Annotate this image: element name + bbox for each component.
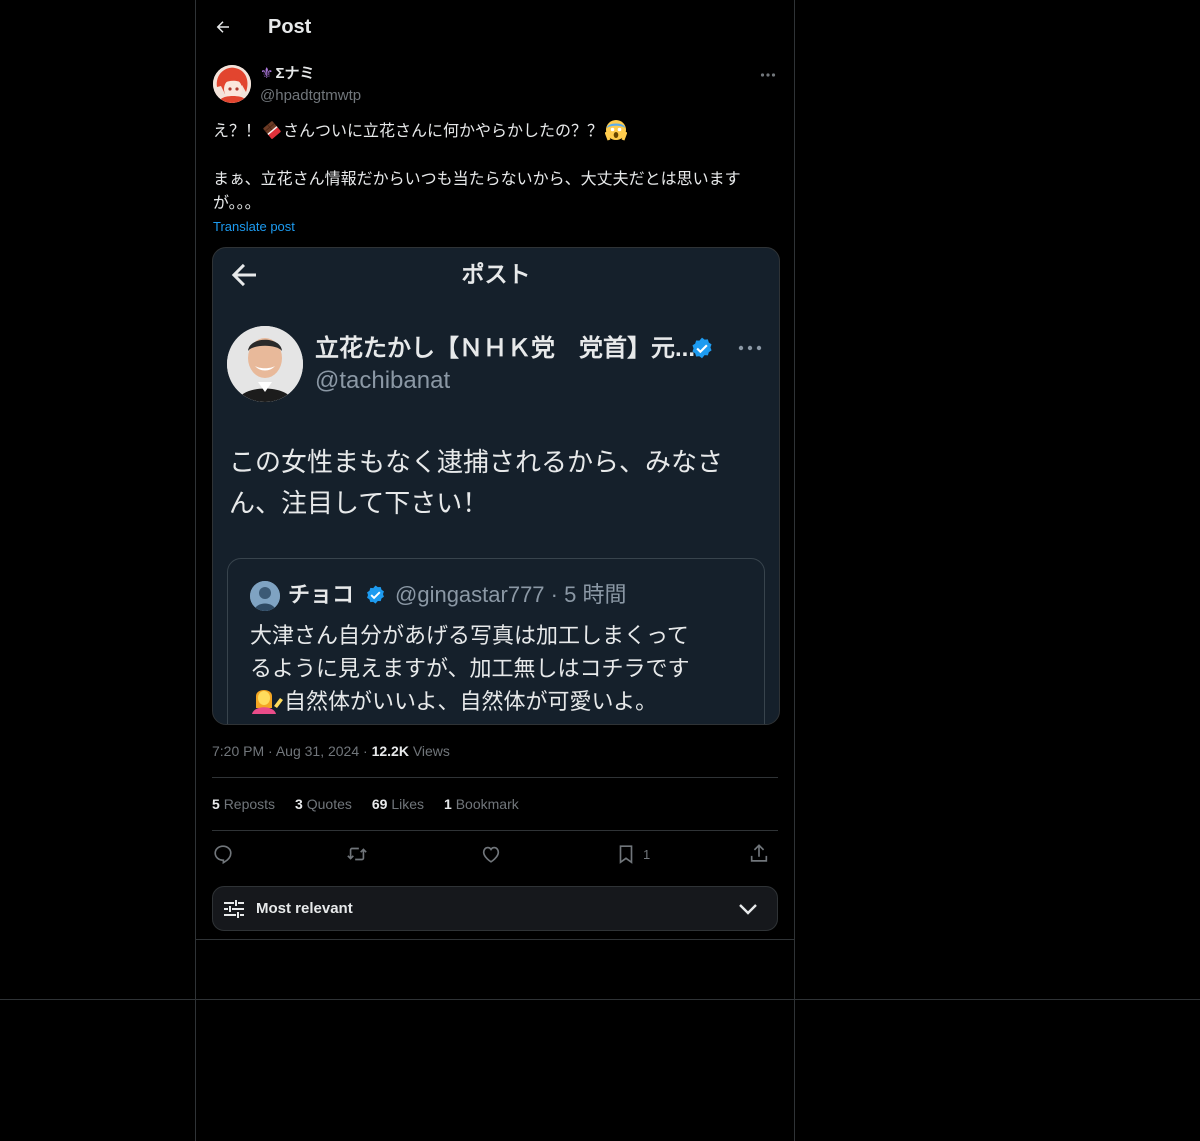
bookmarks-stat[interactable]: 1 Bookmark <box>444 794 519 814</box>
post-line-2: まぁ、立花さん情報だからいつも当たらないから、大丈夫だとは思います <box>213 171 741 188</box>
chocolate-emoji-icon <box>263 121 281 139</box>
post-line-3: が。。。 <box>213 195 261 212</box>
embedded-page-title: ポスト <box>461 261 531 287</box>
column-bottom-divider <box>196 939 794 940</box>
action-bar: 1 <box>212 840 778 868</box>
sort-label: Most relevant <box>256 900 353 917</box>
post-text-part: え？！ <box>213 123 262 140</box>
page-title: Post <box>268 16 312 38</box>
face-screaming-emoji-icon <box>605 120 628 141</box>
quote-text-line: 大津さん自分があげる写真は加工しまくって <box>250 623 689 648</box>
like-button[interactable] <box>480 840 502 868</box>
post-line-1: え？！ さんついに立花さんに何かやらかしたの？？ <box>213 119 779 144</box>
translate-post-link[interactable]: Translate post <box>213 218 295 236</box>
divider <box>212 777 778 778</box>
bookmark-icon <box>619 845 633 864</box>
quotes-stat[interactable]: 3 Quotes <box>295 794 352 814</box>
quotes-label: Quotes <box>306 796 352 812</box>
quote-author-name: チョコ <box>288 582 355 607</box>
embedded-post-text: この女性まもなく逮捕されるから、みなさ ん、注目して下さい！ <box>229 442 759 524</box>
divider <box>212 830 778 831</box>
sliders-icon <box>224 900 244 918</box>
meta-separator: · <box>268 743 273 759</box>
post-time[interactable]: 7:20 PM <box>212 743 264 759</box>
post-text: え？！ さんついに立花さんに何かやらかしたの？？ まぁ、立花さん情報だからいつも… <box>213 119 779 216</box>
embedded-quote-card: チョコ @gingastar777 · 5 時間 大津さん自分があげる写真は加工… <box>227 558 765 724</box>
quote-text-line: るように見えますが、加工無しはコチラです <box>250 656 690 681</box>
reply-icon <box>214 845 232 865</box>
page: Post ⚜ Σナミ @hpadtgtmwtp え？！ さんついに立花さんに何か… <box>0 0 1200 1141</box>
quote-author-handle: @gingastar777 · 5 時間 <box>395 579 626 611</box>
views-count: 12.2K <box>371 743 409 759</box>
meta-separator: · <box>363 743 368 759</box>
author-name[interactable]: ⚜ Σナミ <box>260 64 314 84</box>
quote-time: 5 時間 <box>564 582 627 607</box>
arrow-left-icon <box>216 21 229 33</box>
verified-badge-icon <box>692 337 712 359</box>
bookmark-count: 1 <box>643 846 651 862</box>
heart-icon <box>482 846 500 863</box>
post-meta: 7:20 PM · Aug 31, 2024 · 12.2K Views <box>212 741 450 761</box>
reposts-stat[interactable]: 5 Reposts <box>212 794 275 814</box>
more-horizontal-icon <box>738 345 762 351</box>
post-image[interactable]: ポスト 立花たかし【ＮＨＫ党 党首】元... @tachibanat この女性ま… <box>212 247 780 725</box>
embedded-author-handle: @tachibanat <box>315 367 451 394</box>
post-stats: 5 Reposts 3 Quotes 69 Likes 1 Bookmark <box>212 794 519 814</box>
post-date[interactable]: Aug 31, 2024 <box>276 743 359 759</box>
author-avatar[interactable] <box>213 65 251 103</box>
fleur-de-lis-icon: ⚜ <box>260 65 274 82</box>
embedded-author-name: 立花たかし【ＮＨＫ党 党首】元... <box>315 335 696 362</box>
author-handle[interactable]: @hpadtgtmwtp <box>260 86 361 106</box>
quotes-count: 3 <box>295 796 303 812</box>
woman-tipping-hand-emoji-icon <box>252 690 283 714</box>
likes-stat[interactable]: 69 Likes <box>372 794 424 814</box>
quote-handle-text: @gingastar777 <box>395 582 545 607</box>
embedded-avatar <box>227 326 303 402</box>
chevron-down-icon <box>739 904 757 915</box>
author-name-text: Σナミ <box>275 65 315 82</box>
more-options-button[interactable] <box>758 64 778 86</box>
likes-label: Likes <box>391 796 425 812</box>
reposts-count: 5 <box>212 796 220 812</box>
quote-separator: · <box>550 582 558 607</box>
reposts-label: Reposts <box>223 796 276 812</box>
quote-text-part: 自然体がいいよ、自然体が可愛いよ。 <box>284 689 658 714</box>
more-horizontal-icon <box>760 73 776 77</box>
column-border-right <box>794 0 795 1141</box>
post-text-part: さんついに立花さんに何かやらかしたの？？ <box>283 123 604 140</box>
likes-count: 69 <box>371 796 388 812</box>
replies-sort-dropdown[interactable]: Most relevant <box>212 886 778 931</box>
bookmark-button[interactable]: 1 <box>615 840 650 868</box>
repost-icon <box>347 847 367 861</box>
bookmarks-count: 1 <box>444 796 452 812</box>
back-button[interactable] <box>210 14 236 40</box>
repost-button[interactable] <box>346 840 368 868</box>
quote-text-line: 自然体がいいよ、自然体が可愛いよ。 <box>250 685 750 718</box>
page-divider <box>0 999 1200 1000</box>
quote-avatar <box>250 581 280 611</box>
share-icon <box>750 844 768 862</box>
views-label: Views <box>412 743 450 759</box>
bookmarks-label: Bookmark <box>455 796 519 812</box>
quote-text: 大津さん自分があげる写真は加工しまくって るように見えますが、加工無しはコチラで… <box>250 619 750 718</box>
reply-button[interactable] <box>212 840 234 868</box>
embedded-text-line: この女性まもなく逮捕されるから、みなさ <box>229 447 724 477</box>
post-column: Post ⚜ Σナミ @hpadtgtmwtp え？！ さんついに立花さんに何か… <box>196 0 794 939</box>
share-button[interactable] <box>748 840 770 868</box>
verified-badge-icon <box>367 585 384 604</box>
embedded-text-line: ん、注目して下さい！ <box>229 488 489 518</box>
